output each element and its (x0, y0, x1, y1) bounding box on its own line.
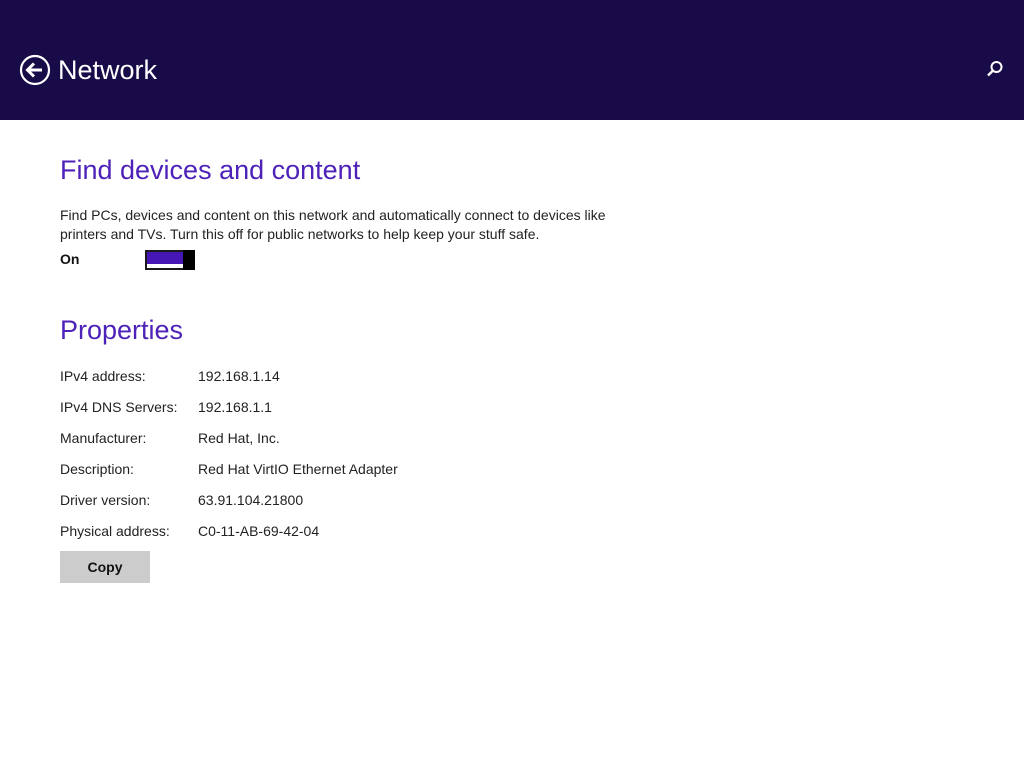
app-header: Network (0, 0, 1024, 120)
search-button[interactable] (984, 58, 1006, 80)
property-label: Physical address: (60, 523, 170, 539)
property-value: Red Hat VirtIO Ethernet Adapter (198, 461, 398, 477)
back-arrow-circle-icon (19, 54, 51, 86)
find-devices-toggle[interactable] (145, 250, 195, 270)
property-value: 63.91.104.21800 (198, 492, 304, 508)
property-value: Red Hat, Inc. (198, 430, 280, 446)
search-icon (987, 61, 1003, 77)
property-label: IPv4 address: (60, 368, 146, 384)
property-label: Driver version: (60, 492, 151, 508)
property-value: 192.168.1.14 (198, 368, 280, 384)
page-title: Network (58, 55, 158, 85)
find-devices-description: Find PCs, devices and content on this ne… (60, 207, 606, 242)
toggle-thumb[interactable] (183, 250, 195, 270)
back-button[interactable] (19, 54, 51, 86)
property-value: C0-11-AB-69-42-04 (198, 523, 320, 539)
property-value: 192.168.1.1 (198, 399, 272, 415)
copy-button[interactable]: Copy (60, 551, 150, 583)
property-label: Description: (60, 461, 134, 477)
toggle-fill (147, 252, 183, 264)
properties-heading: Properties (60, 315, 184, 345)
find-devices-heading: Find devices and content (60, 155, 361, 185)
property-label: Manufacturer: (60, 430, 147, 446)
property-label: IPv4 DNS Servers: (60, 399, 178, 415)
toggle-state-label: On (60, 251, 80, 267)
